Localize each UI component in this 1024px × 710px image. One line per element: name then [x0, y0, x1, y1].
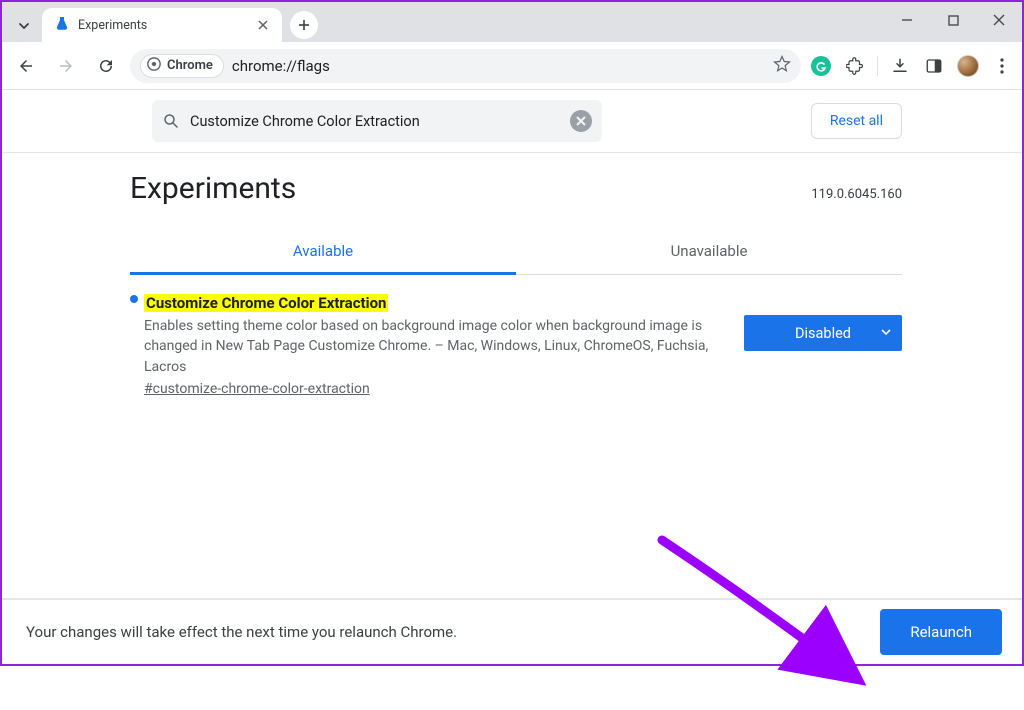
relaunch-message: Your changes will take effect the next t… — [26, 623, 457, 641]
search-icon — [162, 112, 180, 130]
bookmark-star-icon[interactable] — [773, 55, 791, 77]
extensions-icon[interactable] — [843, 54, 867, 78]
download-icon[interactable] — [888, 54, 912, 78]
grammarly-icon[interactable] — [809, 54, 833, 78]
flag-title: Customize Chrome Color Extraction — [144, 294, 388, 312]
clear-search-button[interactable] — [570, 110, 592, 132]
flags-search[interactable] — [152, 100, 602, 142]
site-chip[interactable]: Chrome — [140, 54, 224, 78]
flags-content: Experiments 119.0.6045.160 Available Una… — [2, 153, 1022, 397]
tab-search-button[interactable] — [10, 10, 38, 42]
tab-available[interactable]: Available — [130, 228, 516, 274]
url-input[interactable] — [232, 57, 765, 75]
flag-row: Customize Chrome Color Extraction Enable… — [130, 275, 902, 397]
window-controls — [884, 2, 1022, 38]
flag-state-value: Disabled — [795, 325, 851, 342]
browser-tab[interactable]: Experiments — [42, 8, 282, 42]
chrome-icon — [147, 57, 161, 75]
chrome-version: 119.0.6045.160 — [811, 187, 902, 202]
relaunch-button[interactable]: Relaunch — [880, 609, 1002, 655]
relaunch-bar: Your changes will take effect the next t… — [2, 598, 1022, 664]
browser-toolbar: Chrome — [2, 42, 1022, 90]
flags-tabs: Available Unavailable — [130, 228, 902, 275]
flag-description: Enables setting theme color based on bac… — [144, 316, 720, 377]
tab-close-button[interactable] — [254, 16, 272, 34]
extension-icons — [809, 54, 1014, 78]
flags-search-input[interactable] — [190, 113, 560, 130]
window-minimize-button[interactable] — [884, 2, 930, 38]
profile-avatar[interactable] — [956, 54, 980, 78]
window-close-button[interactable] — [976, 2, 1022, 38]
chevron-down-icon — [880, 325, 892, 342]
flask-icon — [54, 15, 70, 35]
page-title: Experiments — [130, 171, 296, 206]
flag-state-select[interactable]: Disabled — [744, 315, 902, 351]
side-panel-icon[interactable] — [922, 54, 946, 78]
modified-dot-icon — [130, 295, 138, 303]
window-maximize-button[interactable] — [930, 2, 976, 38]
reset-all-button[interactable]: Reset all — [811, 103, 902, 139]
forward-button[interactable] — [50, 50, 82, 82]
tab-unavailable[interactable]: Unavailable — [516, 228, 902, 274]
tab-title: Experiments — [78, 18, 244, 33]
flags-page: Reset all Experiments 119.0.6045.160 Ava… — [2, 90, 1022, 664]
back-button[interactable] — [10, 50, 42, 82]
tab-strip: Experiments — [2, 2, 1022, 42]
reload-button[interactable] — [90, 50, 122, 82]
kebab-menu-icon[interactable] — [990, 54, 1014, 78]
new-tab-button[interactable] — [290, 11, 318, 39]
separator — [877, 56, 878, 76]
omnibox[interactable]: Chrome — [130, 49, 801, 83]
flags-top-bar: Reset all — [2, 90, 1022, 153]
flag-id-link[interactable]: #customize-chrome-color-extraction — [144, 381, 720, 397]
site-chip-label: Chrome — [167, 58, 213, 73]
